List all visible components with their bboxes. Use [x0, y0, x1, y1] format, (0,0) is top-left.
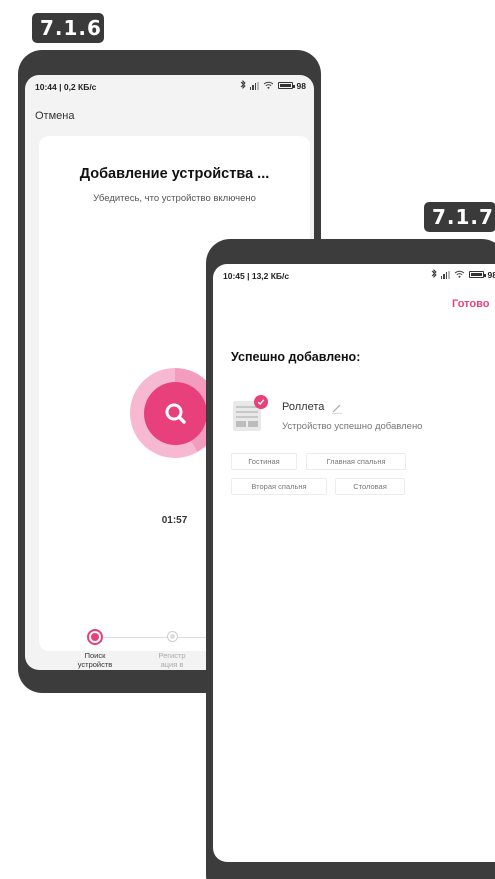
edit-pencil-icon[interactable] — [331, 401, 343, 419]
battery-icon — [468, 271, 486, 278]
bluetooth-icon — [431, 268, 437, 280]
checkmark-icon — [254, 395, 268, 409]
wifi-icon — [454, 270, 465, 280]
status-time: 10:45 | 13,2 КБ/с — [223, 271, 290, 281]
phone-frame-success: 10:45 | 13,2 КБ/с 98 Готово Успешно доба… — [206, 239, 495, 879]
done-button[interactable]: Готово — [452, 298, 489, 310]
room-chip[interactable]: Гостиная — [231, 453, 297, 470]
success-screen: 10:45 | 13,2 КБ/с 98 Готово Успешно доба… — [213, 264, 495, 862]
room-chip[interactable]: Столовая — [335, 478, 405, 495]
step-label-cloud: Регистр ация в облаке — [158, 651, 186, 670]
cancel-button[interactable]: Отмена — [35, 110, 74, 122]
room-chip[interactable]: Вторая спальня — [231, 478, 327, 495]
signal-icon — [249, 81, 259, 90]
page-subtitle: Убедитесь, что устройство включено — [93, 193, 256, 204]
bluetooth-icon — [240, 79, 246, 91]
page-title: Добавление устройства ... — [79, 166, 270, 182]
battery-icon — [277, 82, 295, 89]
room-chip[interactable]: Главная спальня — [306, 453, 406, 470]
battery-level: 98 — [296, 80, 306, 91]
wifi-icon — [263, 81, 274, 91]
success-heading: Успешно добавлено: — [231, 350, 361, 364]
battery-level: 98 — [487, 269, 495, 280]
signal-icon — [440, 270, 450, 279]
step-badge-7-1-6: 7.1.6 — [32, 13, 104, 43]
status-time: 10:44 | 0,2 КБ/с — [35, 82, 97, 92]
step-label-search: Поиск устройств — [77, 651, 113, 669]
status-icons: 98 — [431, 268, 495, 280]
step-badge-7-1-7: 7.1.7 — [424, 202, 495, 232]
step-indicator-pending — [167, 631, 178, 642]
device-name: Роллета — [282, 401, 325, 413]
status-icons: 98 — [240, 79, 306, 91]
step-indicator-active — [87, 629, 103, 645]
device-status-text: Устройство успешно добавлено — [282, 421, 423, 432]
search-icon — [144, 382, 207, 445]
status-bar: 10:44 | 0,2 КБ/с 98 — [25, 75, 314, 99]
status-bar: 10:45 | 13,2 КБ/с 98 — [213, 264, 495, 288]
